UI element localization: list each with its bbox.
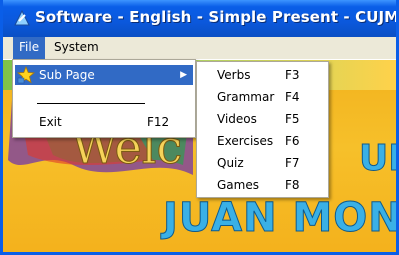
menu-item-label: Exercises (217, 134, 274, 148)
menu-item-shortcut: F4 (285, 90, 300, 104)
background-text-right: UI (359, 138, 396, 180)
menu-item-shortcut: F8 (285, 178, 300, 192)
menu-item-shortcut: F6 (285, 134, 300, 148)
menu-item-sub-page[interactable]: Sub Page ▶ (15, 65, 193, 85)
submenu-item-quiz[interactable]: Quiz F7 (199, 153, 326, 173)
menu-item-label: Videos (217, 112, 257, 126)
submenu-item-videos[interactable]: Videos F5 (199, 109, 326, 129)
menu-file[interactable]: File (13, 37, 46, 59)
star-icon (17, 66, 35, 84)
application-window: Software - English - Simple Present - CU… (0, 0, 399, 255)
menu-item-shortcut: F5 (285, 112, 300, 126)
submenu-arrow-icon: ▶ (180, 70, 187, 80)
menu-item-label: Exit (39, 115, 62, 129)
author-name-text: JUAN MON (163, 195, 396, 242)
menu-separator (37, 103, 145, 104)
submenu-item-grammar[interactable]: Grammar F4 (199, 87, 326, 107)
menu-item-shortcut: F3 (285, 68, 300, 82)
menu-item-label: Verbs (217, 68, 251, 82)
app-icon (14, 9, 30, 26)
menu-item-shortcut: F12 (147, 115, 170, 129)
menu-item-label: Grammar (217, 90, 275, 104)
menu-item-exit[interactable]: Exit F12 (15, 112, 193, 132)
menu-item-label: Quiz (217, 156, 244, 170)
menu-bar: File System (3, 37, 396, 60)
submenu-item-verbs[interactable]: Verbs F3 (199, 65, 326, 85)
menu-item-shortcut: F7 (285, 156, 300, 170)
file-dropdown-menu: Sub Page ▶ Exit F12 (12, 59, 196, 138)
submenu-item-exercises[interactable]: Exercises F6 (199, 131, 326, 151)
menu-system[interactable]: System (48, 37, 105, 59)
sub-page-submenu: Verbs F3 Grammar F4 Videos F5 Exercises … (196, 61, 329, 198)
window-title: Software - English - Simple Present - CU… (35, 8, 399, 26)
title-bar[interactable]: Software - English - Simple Present - CU… (3, 0, 396, 37)
menu-item-label: Sub Page (39, 68, 95, 82)
submenu-item-games[interactable]: Games F8 (199, 175, 326, 195)
menu-item-label: Games (217, 178, 259, 192)
